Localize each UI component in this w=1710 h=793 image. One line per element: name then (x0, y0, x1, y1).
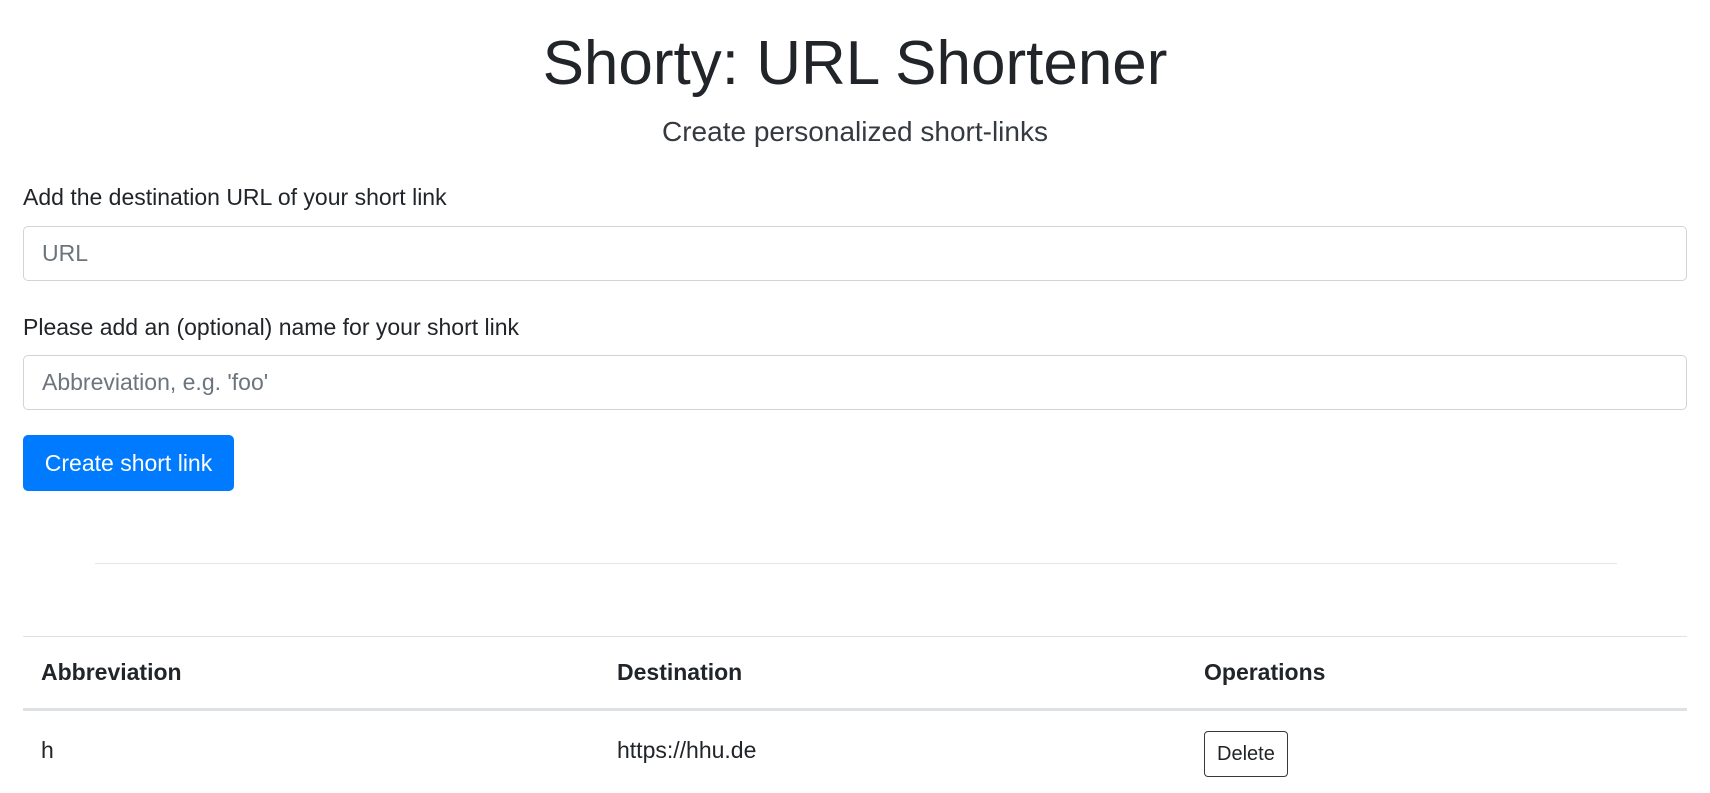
column-header-operations: Operations (1186, 636, 1687, 711)
table-header-row: Abbreviation Destination Operations (23, 636, 1687, 711)
url-input[interactable] (23, 226, 1687, 281)
delete-button[interactable]: Delete (1204, 731, 1288, 778)
url-label: Add the destination URL of your short li… (23, 184, 447, 210)
page-title: Shorty: URL Shortener (542, 29, 1168, 98)
table-row: h https://hhu.de Delete (23, 710, 1687, 790)
links-table: Abbreviation Destination Operations h ht… (23, 636, 1687, 790)
cell-destination: https://hhu.de (617, 736, 757, 763)
cell-operations: Delete (1186, 710, 1687, 790)
abbreviation-label: Please add an (optional) name for your s… (23, 314, 520, 340)
column-header-abbreviation: Abbreviation (23, 636, 599, 711)
page-subtitle: Create personalized short-links (662, 116, 1048, 147)
cell-abbreviation: h (41, 736, 54, 763)
links-table-container: Abbreviation Destination Operations h ht… (23, 636, 1687, 790)
divider (95, 563, 1617, 564)
abbreviation-input[interactable] (23, 355, 1687, 410)
create-short-link-button[interactable]: Create short link (23, 435, 234, 491)
column-header-destination: Destination (599, 636, 1186, 711)
page: Shorty: URL Shortener Create personalize… (0, 0, 1710, 793)
